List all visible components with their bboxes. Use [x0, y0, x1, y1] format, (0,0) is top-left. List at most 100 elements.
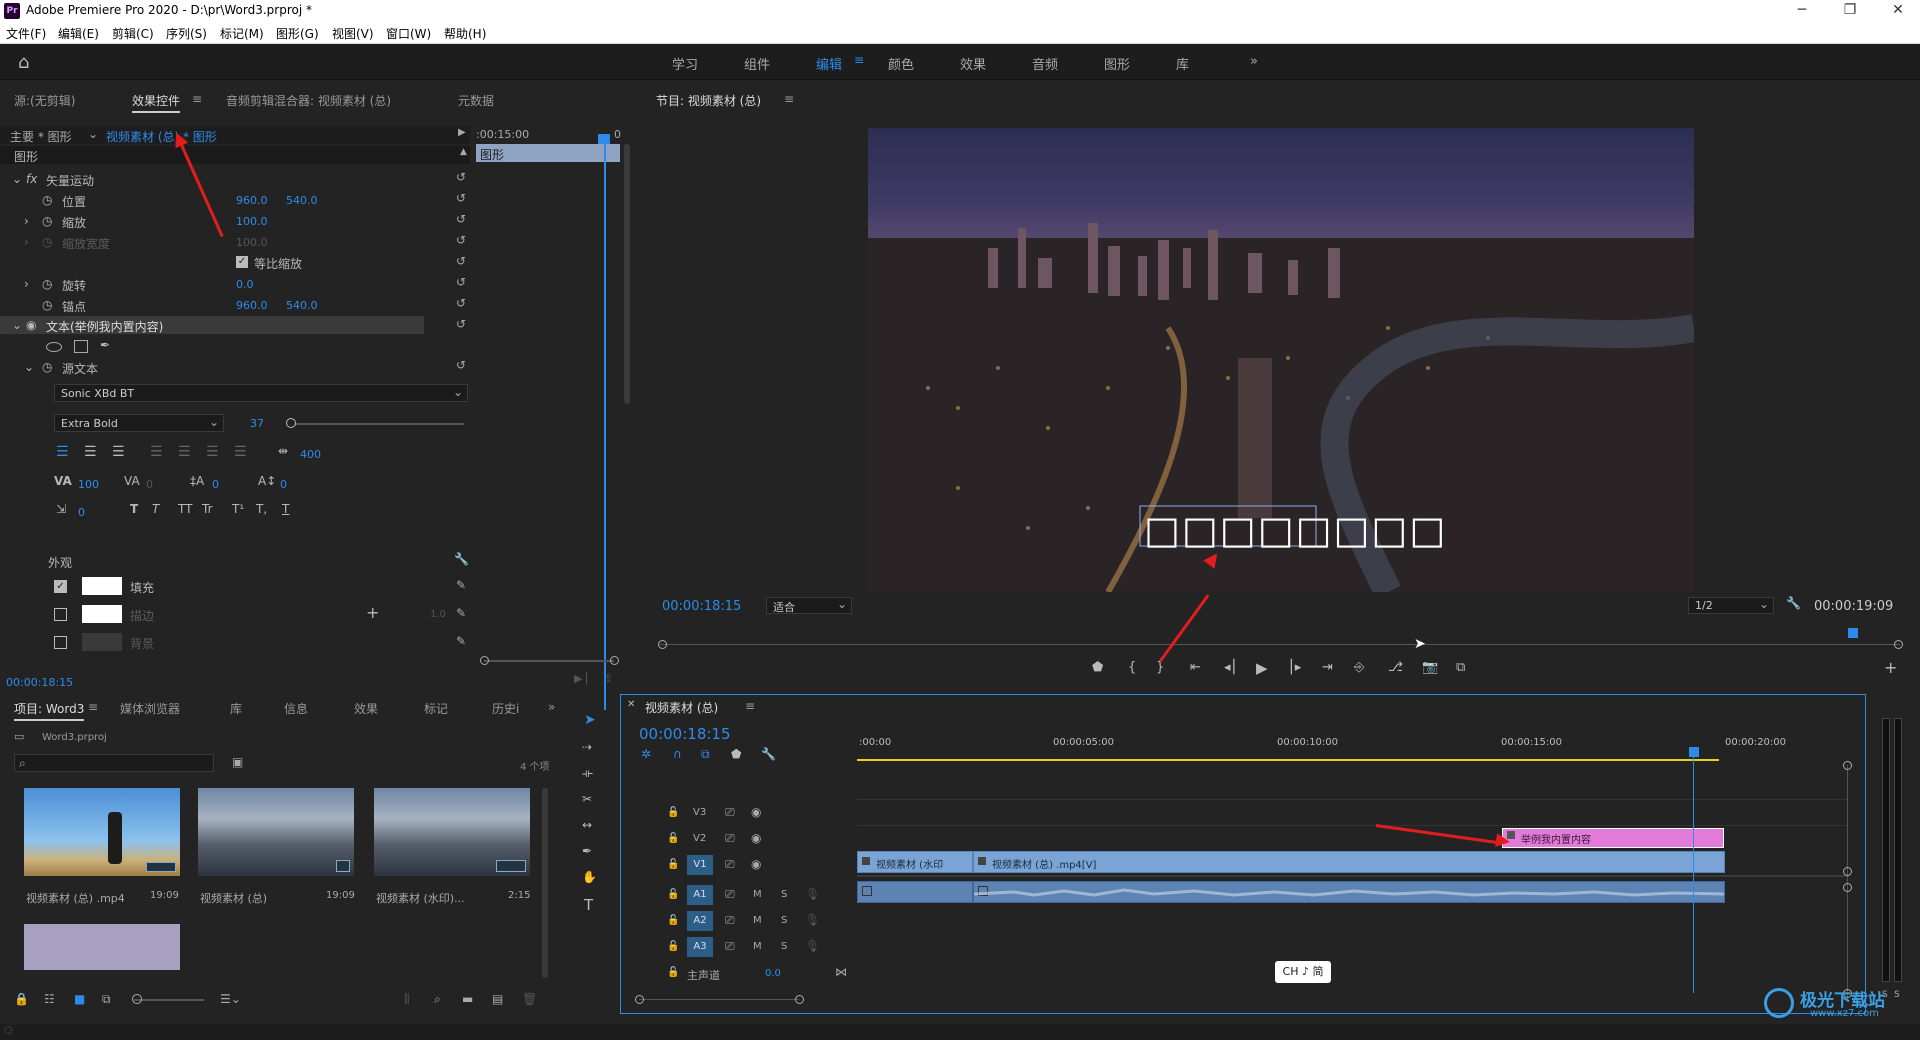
- ws-menu-icon[interactable]: ≡: [854, 53, 864, 67]
- play-icon[interactable]: ▶: [1256, 659, 1268, 677]
- track-select-tool-icon[interactable]: ⇢: [582, 740, 592, 754]
- home-icon[interactable]: ⌂: [18, 52, 29, 73]
- hzoom-handle-right[interactable]: [795, 995, 804, 1004]
- razor-tool-icon[interactable]: ✂: [582, 792, 592, 806]
- position-y[interactable]: 540.0: [286, 194, 318, 207]
- tab-info[interactable]: 信息: [284, 700, 308, 717]
- tsume-value[interactable]: 0: [78, 506, 85, 519]
- tab-audio-mixer[interactable]: 音频剪辑混合器: 视频素材 (总): [226, 92, 391, 109]
- pen-mask-icon[interactable]: ✒: [100, 338, 110, 352]
- tab-markers[interactable]: 标记: [424, 700, 448, 717]
- new-bin-icon[interactable]: ▬: [462, 992, 473, 1006]
- background-checkbox[interactable]: [54, 636, 67, 649]
- step-back-icon[interactable]: ◂⎮: [1224, 660, 1237, 675]
- compare-view-icon[interactable]: ⧉: [1456, 660, 1465, 675]
- add-marker-icon[interactable]: ⬟: [1092, 660, 1103, 675]
- extract-icon[interactable]: ⎇: [1388, 660, 1403, 675]
- more-tabs-icon[interactable]: »: [548, 700, 555, 714]
- sync-lock-icon[interactable]: ⎚: [725, 913, 735, 928]
- panel-menu-icon[interactable]: ≡: [745, 699, 755, 713]
- solo-button[interactable]: S: [781, 889, 787, 900]
- leading-value[interactable]: 0: [212, 478, 219, 491]
- export-icon[interactable]: ⇪: [604, 672, 613, 685]
- anchor-y[interactable]: 540.0: [286, 299, 318, 312]
- mic-icon[interactable]: 🎙: [805, 913, 820, 927]
- menu-edit[interactable]: 编辑(E): [58, 25, 99, 42]
- mute-button[interactable]: M: [753, 889, 762, 900]
- fill-color-swatch[interactable]: [82, 577, 122, 595]
- menu-window[interactable]: 窗口(W): [386, 25, 431, 42]
- menu-view[interactable]: 视图(V): [332, 25, 374, 42]
- thumb-size-slider[interactable]: [134, 999, 204, 1001]
- thumb-1[interactable]: [198, 788, 354, 876]
- type-tool-icon[interactable]: T: [584, 896, 593, 914]
- reset-icon[interactable]: ↺: [456, 212, 466, 226]
- project-search-input[interactable]: ⌕: [14, 754, 214, 772]
- track-a1-label[interactable]: A1: [687, 885, 713, 905]
- scrub-handle-right[interactable]: [1894, 640, 1903, 649]
- ws-more-icon[interactable]: »: [1250, 54, 1258, 69]
- list-view-icon[interactable]: ☷: [44, 992, 55, 1006]
- solo-button[interactable]: S: [781, 941, 787, 952]
- ec-zoom-handle-left[interactable]: [480, 656, 489, 665]
- vzoom-handle-mid2[interactable]: [1843, 883, 1852, 892]
- eye-icon[interactable]: ◉: [751, 805, 761, 819]
- reset-icon[interactable]: ↺: [456, 296, 466, 310]
- thumb-size-handle[interactable]: [132, 994, 142, 1004]
- close-icon[interactable]: ✕: [1884, 2, 1912, 20]
- lock-icon[interactable]: 🔓: [667, 967, 679, 978]
- reset-icon[interactable]: ↺: [456, 317, 466, 331]
- new-item-icon[interactable]: ▤: [492, 992, 503, 1006]
- hand-tool-icon[interactable]: ✋: [582, 870, 597, 884]
- mic-icon[interactable]: 🎙: [805, 939, 820, 953]
- tab-effect-controls[interactable]: 效果控件: [132, 92, 181, 113]
- track-v3-label[interactable]: V3: [693, 807, 706, 818]
- video-frame[interactable]: □□□□□□□□: [868, 128, 1694, 592]
- timeline-playhead[interactable]: [1693, 757, 1694, 993]
- eye-icon[interactable]: ◉: [26, 318, 36, 332]
- eyedropper-icon[interactable]: ✎: [456, 578, 466, 592]
- stopwatch-icon[interactable]: ◷: [42, 214, 52, 228]
- stopwatch-icon[interactable]: ◷: [42, 298, 52, 312]
- eye-icon[interactable]: ◉: [751, 831, 761, 845]
- stopwatch-icon[interactable]: ◷: [42, 277, 52, 291]
- eye-icon[interactable]: ◉: [751, 857, 761, 871]
- vzoom-handle-top[interactable]: [1843, 761, 1852, 770]
- button-editor-icon[interactable]: +: [1884, 658, 1897, 677]
- hzoom-handle-left[interactable]: [635, 995, 644, 1004]
- crumb-main[interactable]: 主要 * 图形: [10, 128, 72, 145]
- lock-icon[interactable]: 🔓: [667, 941, 679, 952]
- reset-icon[interactable]: ↺: [456, 191, 466, 205]
- justify-all-icon[interactable]: ☰: [234, 444, 247, 460]
- stroke-checkbox[interactable]: [54, 608, 67, 621]
- justify-center-icon[interactable]: ☰: [178, 444, 191, 460]
- timeline-playhead-handle[interactable]: [1689, 747, 1699, 757]
- collapse-icon[interactable]: ▲: [460, 147, 467, 157]
- kerning-value[interactable]: 100: [78, 478, 99, 491]
- underline-icon[interactable]: T: [282, 502, 289, 516]
- mute-button[interactable]: M: [753, 941, 762, 952]
- timeline-title[interactable]: 视频素材 (总): [645, 699, 718, 716]
- linked-selection-icon[interactable]: ⧉: [701, 747, 710, 762]
- superscript-icon[interactable]: T¹: [232, 502, 244, 516]
- nest-icon[interactable]: ✲: [641, 747, 651, 761]
- trash-icon[interactable]: 🗑: [522, 992, 537, 1006]
- align-center-icon[interactable]: ☰: [84, 444, 97, 460]
- lock-icon[interactable]: 🔓: [667, 859, 679, 870]
- chevron-down-icon[interactable]: ⌄: [88, 127, 98, 141]
- font-size-value[interactable]: 37: [250, 417, 264, 430]
- pen-tool-icon[interactable]: ✒: [582, 844, 592, 858]
- new-bin-from-search-icon[interactable]: ▣: [232, 755, 243, 769]
- sync-lock-icon[interactable]: ⎚: [725, 939, 735, 954]
- ellipse-mask-icon[interactable]: [46, 342, 62, 352]
- sync-lock-icon[interactable]: ⎚: [725, 831, 735, 846]
- thumb-3[interactable]: [24, 924, 180, 970]
- sync-lock-icon[interactable]: ⎚: [725, 857, 735, 872]
- fill-checkbox[interactable]: ✓: [54, 580, 67, 593]
- reset-icon[interactable]: ↺: [456, 170, 466, 184]
- rotation-value[interactable]: 0.0: [236, 278, 254, 291]
- tab-source[interactable]: 源:(无剪辑): [14, 92, 75, 109]
- lift-icon[interactable]: ⎆: [1354, 660, 1364, 675]
- track-a2-label[interactable]: A2: [687, 911, 713, 931]
- chevron-right-icon[interactable]: ›: [24, 235, 29, 249]
